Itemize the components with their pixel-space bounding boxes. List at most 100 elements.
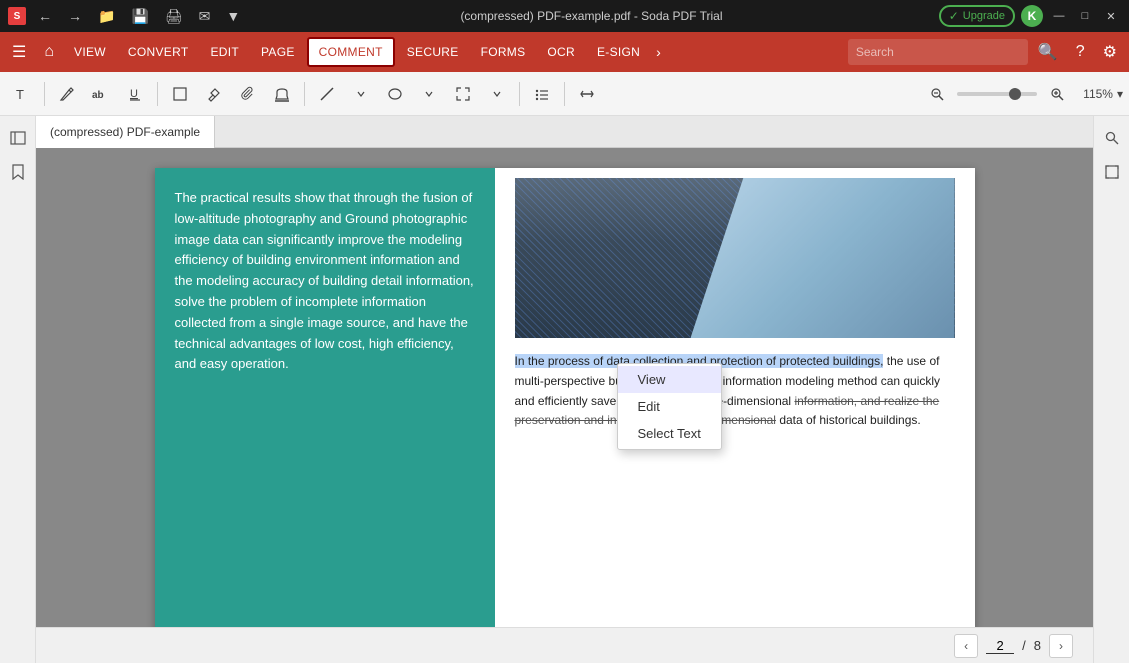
home-button[interactable]: ⌂ (36, 37, 62, 67)
highlight-icon: ab (91, 86, 111, 102)
menu-item-view[interactable]: VIEW (64, 39, 116, 65)
tab-bar: (compressed) PDF-example (36, 116, 1093, 148)
bookmark-icon (11, 164, 25, 180)
zoom-value: 115% (1077, 87, 1113, 101)
collapse-icon (579, 86, 595, 102)
pdf-left-text: The practical results show that through … (175, 188, 475, 375)
pdf-left-column: The practical results show that through … (155, 168, 495, 627)
note-tool-button[interactable] (164, 78, 196, 110)
pdf-image (515, 178, 955, 338)
search-input[interactable] (848, 39, 1028, 65)
attach-tool-button[interactable] (232, 78, 264, 110)
minimize-button[interactable]: — (1049, 6, 1069, 26)
menu-item-ocr[interactable]: OCR (537, 39, 585, 65)
menu-item-esign[interactable]: E-SIGN (587, 39, 650, 65)
upgrade-button[interactable]: ✓ Upgrade (939, 5, 1015, 27)
line-tool-button[interactable] (311, 78, 343, 110)
line-dropdown-button[interactable] (345, 78, 377, 110)
toolbar-separator-2 (157, 82, 158, 106)
help-icon[interactable]: ? (1068, 37, 1093, 67)
settings-icon[interactable]: ⚙ (1095, 36, 1125, 68)
zoom-out-button[interactable] (921, 78, 953, 110)
window-title: (compressed) PDF-example.pdf - Soda PDF … (244, 9, 938, 23)
zoom-control: 115% ▾ (921, 78, 1123, 110)
toolbar-separator-5 (564, 82, 565, 106)
fit-page-icon (1105, 165, 1119, 179)
more-menu-button[interactable]: › (652, 38, 665, 66)
markup-tool-button[interactable] (198, 78, 230, 110)
print-icon[interactable]: 🖨 (161, 6, 187, 27)
pdf-page: The practical results show that through … (155, 168, 975, 627)
pdf-area: The practical results show that through … (36, 148, 1093, 627)
right-sidebar (1093, 116, 1129, 663)
dropdown-arrow-icon (357, 90, 365, 98)
region-tool-button[interactable] (447, 78, 479, 110)
comment-list-button[interactable] (526, 78, 558, 110)
menu-item-edit[interactable]: EDIT (200, 39, 249, 65)
back-icon[interactable]: ← (34, 6, 56, 26)
zoom-slider[interactable] (957, 92, 1037, 96)
maximize-button[interactable]: □ (1075, 6, 1095, 26)
stamp-tool-button[interactable] (266, 78, 298, 110)
page-separator: / (1022, 638, 1026, 653)
svg-text:T: T (16, 87, 24, 102)
bookmark-button[interactable] (4, 158, 32, 186)
title-bar-right: ✓ Upgrade K — □ ✕ (939, 5, 1121, 27)
content-area: (compressed) PDF-example The practical r… (36, 116, 1093, 663)
text-tool-button[interactable]: T (6, 78, 38, 110)
pdf-right-text: In the process of data collection and pr… (515, 352, 955, 431)
svg-text:U: U (130, 88, 138, 100)
check-icon: ✓ (949, 9, 959, 23)
highlight-tool-button[interactable]: ab (85, 78, 117, 110)
toolbar-separator-3 (304, 82, 305, 106)
context-menu-view[interactable]: View (618, 366, 721, 393)
text-icon: T (14, 86, 30, 102)
pen-tool-button[interactable] (51, 78, 83, 110)
toolbar-separator-1 (44, 82, 45, 106)
zoom-in-button[interactable] (1041, 78, 1073, 110)
panel-icon (10, 131, 26, 145)
menu-item-convert[interactable]: CONVERT (118, 39, 199, 65)
folder-icon[interactable]: 📁 (94, 6, 119, 27)
next-page-button[interactable]: › (1049, 634, 1073, 658)
hamburger-menu[interactable]: ☰ (4, 36, 34, 68)
menu-item-comment[interactable]: COMMENT (307, 37, 395, 67)
avatar[interactable]: K (1021, 5, 1043, 27)
attach-icon (240, 86, 256, 102)
email-icon[interactable]: ✉ (195, 6, 215, 27)
context-menu-edit[interactable]: Edit (618, 393, 721, 420)
stamp-icon (274, 86, 290, 102)
save-icon[interactable]: 💾 (127, 6, 152, 27)
total-pages: 8 (1034, 638, 1041, 653)
underline-tool-button[interactable]: U (119, 78, 151, 110)
region-dropdown-icon (493, 90, 501, 98)
menu-bar: ☰ ⌂ VIEW CONVERT EDIT PAGE COMMENT SECUR… (0, 32, 1129, 72)
main-area: (compressed) PDF-example The practical r… (0, 116, 1129, 663)
zoom-out-icon (930, 87, 944, 101)
panel-toggle-button[interactable] (4, 124, 32, 152)
app-icon: S (8, 7, 26, 25)
shape-dropdown-button[interactable] (413, 78, 445, 110)
zoom-dropdown[interactable]: ▾ (1117, 87, 1123, 101)
search-panel-button[interactable] (1098, 124, 1126, 152)
menu-item-page[interactable]: PAGE (251, 39, 305, 65)
prev-page-button[interactable]: ‹ (954, 634, 978, 658)
page-number-input[interactable] (986, 638, 1014, 654)
zoom-in-icon (1050, 87, 1064, 101)
close-button[interactable]: ✕ (1101, 6, 1121, 26)
collapse-button[interactable] (571, 78, 603, 110)
tab-compressed-pdf[interactable]: (compressed) PDF-example (36, 116, 215, 148)
oval-tool-button[interactable] (379, 78, 411, 110)
forward-icon[interactable]: → (64, 6, 86, 26)
fit-page-button[interactable] (1098, 158, 1126, 186)
menu-item-forms[interactable]: FORMS (471, 39, 536, 65)
more-icon[interactable]: ▼ (222, 6, 244, 26)
menu-item-secure[interactable]: SECURE (397, 39, 469, 65)
context-menu-select-text[interactable]: Select Text (618, 420, 721, 447)
region-dropdown-button[interactable] (481, 78, 513, 110)
title-bar-left: S ← → 📁 💾 🖨 ✉ ▼ (8, 6, 244, 27)
normal-text-2: data of historical buildings. (776, 413, 921, 427)
line-icon (319, 86, 335, 102)
search-icon[interactable]: 🔍 (1030, 36, 1066, 68)
zoom-slider-thumb[interactable] (1009, 88, 1021, 100)
